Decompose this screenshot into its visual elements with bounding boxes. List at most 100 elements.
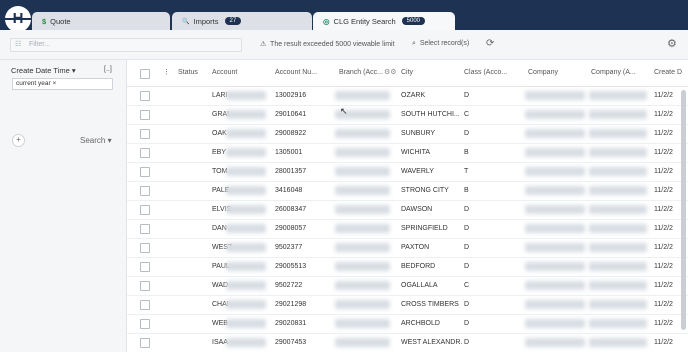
column-header-company[interactable]: Company bbox=[528, 60, 578, 86]
class-cell: B bbox=[464, 149, 469, 156]
gear-icon[interactable]: ⚙ bbox=[667, 37, 677, 50]
row-checkbox[interactable] bbox=[140, 129, 150, 139]
dollar-icon: $ bbox=[42, 16, 47, 26]
tab-quote[interactable]: $ Quote bbox=[32, 12, 170, 30]
table-row[interactable]: CHAI 29021298 CROSS TIMBERS D 11/2/2 bbox=[127, 295, 688, 315]
add-filter-button[interactable]: + bbox=[12, 134, 25, 147]
row-checkbox[interactable] bbox=[140, 91, 150, 101]
redacted-cell bbox=[589, 281, 647, 290]
table-row[interactable]: DAN 29008057 SPRINGFIELD D 11/2/2 bbox=[127, 219, 688, 239]
column-header-company-alt[interactable]: Company (A... bbox=[591, 60, 647, 86]
row-checkbox[interactable] bbox=[140, 319, 150, 329]
class-cell: B bbox=[464, 187, 469, 194]
table-row[interactable]: LARI 13002916 OZARK D 11/2/2 bbox=[127, 86, 688, 106]
row-checkbox[interactable] bbox=[140, 224, 150, 234]
redacted-cell bbox=[226, 243, 266, 252]
account-number-cell: 9502722 bbox=[275, 282, 303, 289]
table-row[interactable]: ELVIS 26008347 DAWSON D 11/2/2 bbox=[127, 200, 688, 220]
filter-placeholder: Filter... bbox=[29, 41, 51, 48]
column-menu-icon[interactable]: ⋮ bbox=[163, 60, 170, 86]
tab-clg-entity-search[interactable]: ◎ CLG Entity Search 5000 bbox=[313, 12, 455, 30]
column-header-account-number[interactable]: Account Nu... bbox=[275, 60, 325, 86]
row-checkbox[interactable] bbox=[140, 262, 150, 272]
table-row[interactable]: TOM 28001357 WAVERLY T 11/2/2 bbox=[127, 162, 688, 182]
account-number-cell: 29008057 bbox=[275, 225, 307, 232]
redacted-cell bbox=[226, 110, 266, 119]
redacted-cell bbox=[335, 319, 390, 328]
account-number-cell: 29008922 bbox=[275, 130, 307, 137]
redacted-cell bbox=[589, 110, 647, 119]
redacted-cell bbox=[525, 262, 585, 271]
redacted-cell bbox=[525, 186, 585, 195]
target-icon: ◎ bbox=[323, 16, 330, 26]
column-header-status[interactable]: Status bbox=[178, 60, 214, 86]
filter-input[interactable]: ☷ Filter... bbox=[10, 38, 242, 52]
count-badge: 27 bbox=[224, 17, 242, 25]
search-dropdown[interactable]: Search ▾ bbox=[80, 136, 112, 145]
search-label: Search bbox=[80, 136, 106, 145]
class-cell: D bbox=[464, 206, 470, 213]
column-header-class[interactable]: Class (Acco... bbox=[464, 60, 520, 86]
redacted-cell bbox=[525, 167, 585, 176]
redacted-cell bbox=[335, 262, 390, 271]
table-row[interactable]: PALE 3416048 STRONG CITY B 11/2/2 bbox=[127, 181, 688, 201]
redacted-cell bbox=[226, 205, 266, 214]
select-records-button[interactable]: ⌕ Select record(s) bbox=[412, 40, 469, 48]
row-checkbox[interactable] bbox=[140, 186, 150, 196]
refresh-icon[interactable]: ⟳ bbox=[486, 38, 494, 49]
redacted-cell bbox=[335, 243, 390, 252]
column-settings-icon[interactable]: ⚙⚙ bbox=[384, 60, 398, 86]
account-number-cell: 1305001 bbox=[275, 149, 303, 156]
tab-imports[interactable]: 🔍 Imports 27 bbox=[172, 12, 312, 30]
table-row[interactable]: WAD 9502722 OGALLALA C 11/2/2 bbox=[127, 276, 688, 296]
row-checkbox[interactable] bbox=[140, 148, 150, 158]
redacted-cell bbox=[226, 186, 266, 195]
table-row[interactable]: ISAA 29007453 WEST ALEXANDR... D 11/2/2 bbox=[127, 333, 688, 352]
row-checkbox[interactable] bbox=[140, 338, 150, 348]
column-header-city[interactable]: City bbox=[401, 60, 441, 86]
chevron-down-icon: ▾ bbox=[71, 66, 76, 75]
select-all-checkbox[interactable] bbox=[140, 69, 150, 79]
close-icon[interactable]: × bbox=[53, 80, 57, 87]
row-checkbox[interactable] bbox=[140, 243, 150, 253]
create-date-cell: 11/2/2 bbox=[654, 339, 673, 346]
class-cell: D bbox=[464, 320, 470, 327]
chevron-down-icon: ▾ bbox=[107, 136, 112, 145]
redacted-cell bbox=[525, 91, 585, 100]
app-logo[interactable]: H bbox=[5, 6, 31, 32]
class-cell: D bbox=[464, 301, 470, 308]
column-header-account[interactable]: Account bbox=[212, 60, 256, 86]
row-checkbox[interactable] bbox=[140, 205, 150, 215]
row-checkbox[interactable] bbox=[140, 300, 150, 310]
redacted-cell bbox=[525, 281, 585, 290]
toolbar: ☷ Filter... ⚠ The result exceeded 5000 v… bbox=[0, 30, 688, 60]
class-cell: C bbox=[464, 282, 470, 289]
account-number-cell: 9502377 bbox=[275, 244, 303, 251]
redacted-cell bbox=[589, 243, 647, 252]
results-grid: ⋮ Status Account Account Nu... Branch (A… bbox=[127, 60, 688, 352]
row-checkbox[interactable] bbox=[140, 167, 150, 177]
table-row[interactable]: OAK 29008922 SUNBURY D 11/2/2 bbox=[127, 124, 688, 144]
redacted-cell bbox=[589, 167, 647, 176]
account-number-cell: 28001357 bbox=[275, 168, 307, 175]
cursor-icon: ⌕ bbox=[412, 40, 416, 47]
row-checkbox[interactable] bbox=[140, 281, 150, 291]
table-row[interactable]: EBY 1305001 WICHITA B 11/2/2 bbox=[127, 143, 688, 163]
table-row[interactable]: GRAI 29010641 SOUTH HUTCHI... C 11/2/2 bbox=[127, 105, 688, 125]
table-row[interactable]: WEST 9502377 PAXTON D 11/2/2 bbox=[127, 238, 688, 258]
column-header-create-date[interactable]: Create D bbox=[654, 60, 688, 86]
table-row[interactable]: PAUL 29005513 BEDFORD D 11/2/2 bbox=[127, 257, 688, 277]
city-cell: ARCHBOLD bbox=[401, 320, 440, 327]
redacted-cell bbox=[525, 205, 585, 214]
chip-label: current year bbox=[16, 80, 51, 87]
vertical-scrollbar[interactable] bbox=[681, 90, 686, 330]
filter-chip: current year × bbox=[12, 78, 113, 90]
redacted-cell bbox=[335, 224, 390, 233]
redacted-cell bbox=[335, 148, 390, 157]
table-row[interactable]: WEB 29020831 ARCHBOLD D 11/2/2 bbox=[127, 314, 688, 334]
count-badge: 5000 bbox=[401, 17, 426, 25]
row-checkbox[interactable] bbox=[140, 110, 150, 120]
redacted-cell bbox=[589, 224, 647, 233]
range-toggle[interactable]: [..] bbox=[104, 66, 112, 73]
create-date-filter[interactable]: Create Date Time ▾ bbox=[11, 66, 76, 75]
